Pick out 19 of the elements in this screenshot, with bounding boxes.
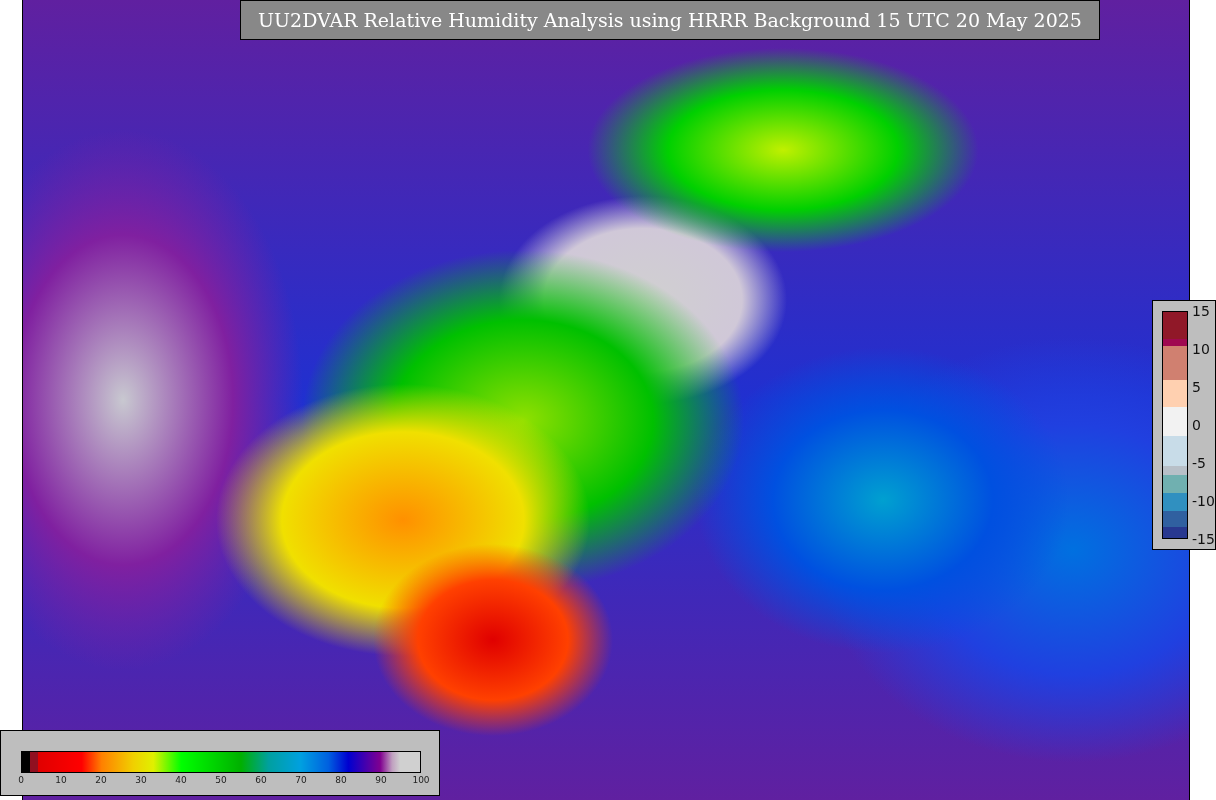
scale-label: 10: [55, 775, 67, 785]
scale-label: 10: [1192, 341, 1211, 357]
scale-label: -10: [1192, 493, 1215, 509]
scale-label: 0: [18, 775, 24, 785]
scale-label: 30: [135, 775, 147, 785]
map-title: UU2DVAR Relative Humidity Analysis using HRRR Background 15 UTC 20 May 2025: [240, 0, 1100, 40]
scale-label: 20: [95, 775, 107, 785]
scale-label: 70: [295, 775, 307, 785]
scale-label: 50: [215, 775, 227, 785]
scale-label: 15: [1192, 303, 1211, 319]
scale-label: 40: [175, 775, 187, 785]
scale-label: 60: [255, 775, 267, 785]
scale-label: 80: [335, 775, 347, 785]
scale-label: 0: [1192, 417, 1202, 433]
scale-label: -5: [1192, 455, 1207, 471]
scale-label: 5: [1192, 379, 1202, 395]
scale-label: 90: [375, 775, 387, 785]
scale-label: 100: [412, 775, 430, 785]
scale-label: -15: [1192, 531, 1215, 547]
